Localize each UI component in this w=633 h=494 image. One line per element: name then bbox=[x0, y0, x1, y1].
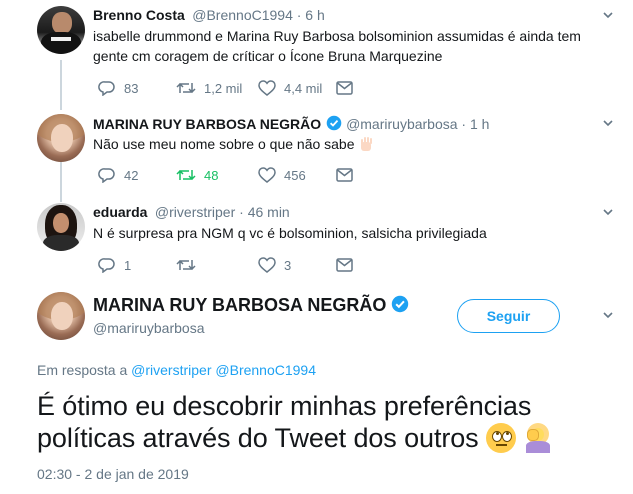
mention-link[interactable]: @riverstriper bbox=[131, 362, 211, 378]
main-author-handle[interactable]: @mariruybarbosa bbox=[93, 320, 204, 336]
main-author-name[interactable]: MARINA RUY BARBOSA NEGRÃO bbox=[93, 295, 386, 315]
reply-count: 83 bbox=[124, 80, 139, 96]
chevron-down-icon[interactable] bbox=[602, 309, 614, 321]
tweet-author-handle[interactable]: @BrennoC1994 · 6 h bbox=[192, 7, 325, 23]
like-count: 4,4 mil bbox=[284, 80, 323, 96]
main-tweet-text: É ótimo eu descobrir minhas preferências… bbox=[37, 390, 617, 454]
tweet-timestamp[interactable]: 02:30 - 2 de jan de 2019 bbox=[37, 466, 189, 482]
eye-roll-emoji bbox=[485, 423, 516, 453]
tweet-author-name[interactable]: eduarda bbox=[93, 204, 147, 220]
tweet-text: isabelle drummond e Marina Ruy Barbosa b… bbox=[93, 28, 581, 64]
retweet-icon bbox=[176, 259, 196, 271]
tweet-author-handle[interactable]: @riverstriper · 46 min bbox=[155, 204, 290, 220]
raised-hand-emoji bbox=[360, 137, 373, 151]
reply-icon bbox=[98, 168, 115, 183]
verified-badge-icon bbox=[326, 115, 341, 131]
like-count: 3 bbox=[284, 257, 292, 273]
reply-count: 1 bbox=[124, 257, 132, 273]
tweet-author-name[interactable]: MARINA RUY BARBOSA NEGRÃO bbox=[93, 116, 321, 132]
dm-icon bbox=[336, 81, 353, 95]
reply-count: 42 bbox=[124, 167, 139, 183]
tweet-text: Não use meu nome sobre o que não sabe bbox=[93, 134, 373, 154]
facepalm-emoji bbox=[523, 423, 553, 453]
retweet-icon bbox=[176, 169, 196, 181]
chevron-down-icon[interactable] bbox=[602, 117, 614, 129]
tweet-text: N é surpresa pra NGM q vc é bolsominion,… bbox=[93, 225, 487, 241]
follow-button[interactable]: Seguir bbox=[457, 299, 560, 333]
dm-button[interactable] bbox=[336, 256, 353, 274]
avatar[interactable] bbox=[37, 6, 85, 54]
verified-badge-icon bbox=[391, 295, 409, 313]
like-button[interactable]: 3 bbox=[258, 256, 291, 274]
thread-connector bbox=[60, 60, 62, 110]
retweet-icon bbox=[176, 82, 196, 94]
reply-icon bbox=[98, 81, 115, 96]
chevron-down-icon[interactable] bbox=[602, 9, 614, 21]
like-count: 456 bbox=[284, 167, 306, 183]
tweet-author-handle[interactable]: @mariruybarbosa · 1 h bbox=[346, 116, 489, 132]
like-button[interactable]: 456 bbox=[258, 166, 306, 184]
like-icon bbox=[258, 257, 276, 273]
thread-connector bbox=[60, 156, 62, 202]
dm-button[interactable] bbox=[336, 79, 353, 97]
dm-icon bbox=[336, 258, 353, 272]
avatar[interactable] bbox=[37, 292, 85, 340]
dm-icon bbox=[336, 168, 353, 182]
reply-context: Em resposta a @riverstriper @BrennoC1994 bbox=[37, 362, 317, 378]
dm-button[interactable] bbox=[336, 166, 353, 184]
chevron-down-icon[interactable] bbox=[602, 206, 614, 218]
tweet-author-name[interactable]: Brenno Costa bbox=[93, 7, 185, 23]
reply-button[interactable]: 1 bbox=[98, 256, 131, 274]
like-icon bbox=[258, 80, 276, 96]
retweet-count: 1,2 mil bbox=[204, 80, 243, 96]
reply-icon bbox=[98, 258, 115, 273]
avatar[interactable] bbox=[37, 203, 85, 251]
like-icon bbox=[258, 167, 276, 183]
mention-link[interactable]: @BrennoC1994 bbox=[215, 362, 316, 378]
reply-button[interactable]: 42 bbox=[98, 166, 138, 184]
retweet-count: 48 bbox=[204, 167, 219, 183]
avatar[interactable] bbox=[37, 114, 85, 162]
reply-button[interactable]: 83 bbox=[98, 79, 138, 97]
retweet-button[interactable]: 48 bbox=[176, 166, 218, 184]
like-button[interactable]: 4,4 mil bbox=[258, 79, 322, 97]
retweet-button[interactable] bbox=[176, 256, 204, 274]
retweet-button[interactable]: 1,2 mil bbox=[176, 79, 242, 97]
